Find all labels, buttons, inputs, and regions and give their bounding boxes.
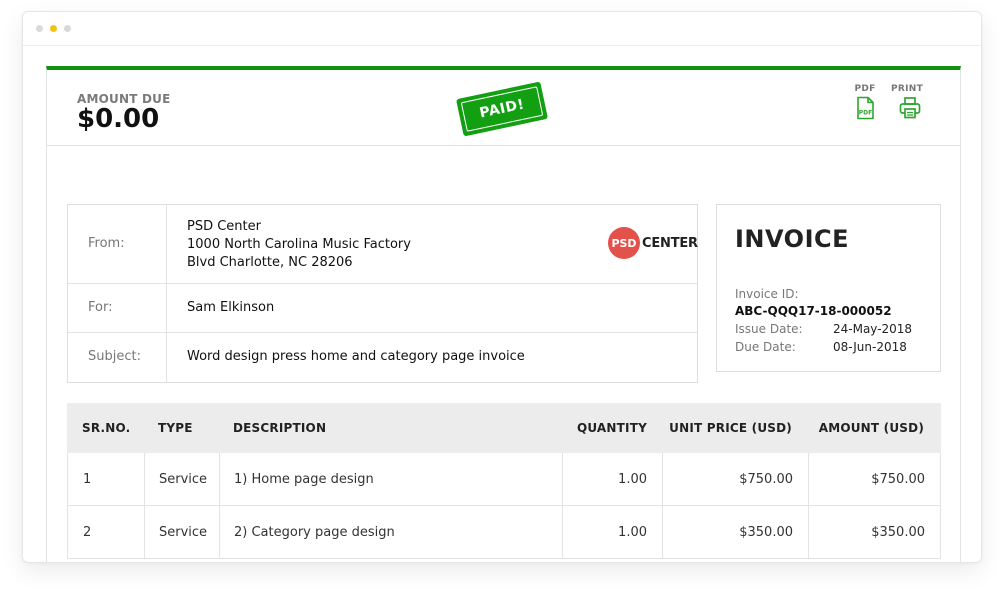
invoice-card: AMOUNT DUE $0.00 PAID! PDF PDF PRINT Fro… (46, 66, 961, 562)
pdf-icon-text: PDF (859, 110, 872, 117)
invoice-id-label: Invoice ID: (735, 287, 799, 301)
cell-quantity: 1.00 (618, 525, 647, 540)
for-label: For: (88, 300, 113, 315)
cell-quantity: 1.00 (618, 472, 647, 487)
pdf-file-icon: PDF (852, 96, 878, 124)
cell-sr-no: 1 (83, 472, 92, 487)
col-type: TYPE (158, 421, 193, 435)
subject-value: Word design press home and category page… (187, 349, 525, 364)
print-button[interactable]: PRINT (890, 84, 924, 124)
line-items-table: SR.NO. TYPE DESCRIPTION QUANTITY UNIT PR… (67, 403, 941, 559)
cell-amount: $350.00 (871, 525, 925, 540)
from-row: From: PSD Center 1000 North Carolina Mus… (68, 205, 698, 284)
browser-window: AMOUNT DUE $0.00 PAID! PDF PDF PRINT Fro… (22, 11, 982, 563)
window-minimize-dot[interactable] (50, 25, 57, 32)
from-address: PSD Center 1000 North Carolina Music Fac… (187, 218, 411, 272)
logo-text: CENTER (642, 235, 698, 251)
cell-description: 2) Category page design (234, 525, 395, 540)
col-unit-price: UNIT PRICE (USD) (669, 421, 792, 435)
table-row: 2 Service 2) Category page design 1.00 $… (67, 506, 941, 559)
issue-date-row: Issue Date: 24-May-2018 (735, 322, 925, 336)
billing-info-box: From: PSD Center 1000 North Carolina Mus… (67, 204, 698, 383)
col-sr-no: SR.NO. (82, 421, 131, 435)
printer-icon (890, 96, 924, 124)
print-label: PRINT (890, 84, 924, 94)
window-titlebar (23, 12, 981, 46)
cell-sr-no: 2 (83, 525, 92, 540)
pdf-button[interactable]: PDF PDF (852, 84, 878, 124)
paid-stamp-text: PAID! (460, 86, 544, 132)
pdf-label: PDF (854, 84, 876, 94)
issue-date-value: 24-May-2018 (833, 322, 913, 336)
company-logo: PSD CENTER (608, 227, 698, 259)
invoice-meta-box: INVOICE Invoice ID: ABC-QQQ17-18-000052 … (716, 204, 941, 372)
invoice-header: AMOUNT DUE $0.00 PAID! PDF PDF PRINT (47, 70, 960, 146)
cell-unit-price: $750.00 (739, 472, 793, 487)
table-header: SR.NO. TYPE DESCRIPTION QUANTITY UNIT PR… (67, 403, 941, 453)
amount-due-value: $0.00 (77, 104, 160, 134)
table-row: 1 Service 1) Home page design 1.00 $750.… (67, 453, 941, 506)
invoice-id-value: ABC-QQQ17-18-000052 (735, 304, 892, 318)
paid-stamp: PAID! (455, 81, 549, 137)
cell-type: Service (159, 525, 208, 540)
cell-type: Service (159, 472, 208, 487)
from-label: From: (88, 236, 125, 251)
due-date-label: Due Date: (735, 340, 796, 354)
col-amount: AMOUNT (USD) (818, 421, 924, 435)
col-description: DESCRIPTION (233, 421, 327, 435)
for-row: For: Sam Elkinson (68, 284, 697, 333)
invoice-title: INVOICE (735, 225, 850, 253)
cell-description: 1) Home page design (234, 472, 374, 487)
from-name: PSD Center (187, 219, 261, 234)
subject-label: Subject: (88, 349, 141, 364)
subject-row: Subject: Word design press home and cate… (68, 333, 697, 382)
cell-unit-price: $350.00 (739, 525, 793, 540)
cell-amount: $750.00 (871, 472, 925, 487)
window-maximize-dot[interactable] (64, 25, 71, 32)
due-date-value: 08-Jun-2018 (833, 340, 907, 354)
col-quantity: QUANTITY (576, 421, 647, 435)
due-date-row: Due Date: 08-Jun-2018 (735, 340, 925, 354)
logo-circle: PSD (608, 227, 640, 259)
window-close-dot[interactable] (36, 25, 43, 32)
issue-date-label: Issue Date: (735, 322, 803, 336)
for-value: Sam Elkinson (187, 300, 275, 315)
from-address-line1: 1000 North Carolina Music Factory (187, 237, 411, 252)
from-address-line2: Blvd Charlotte, NC 28206 (187, 255, 353, 270)
